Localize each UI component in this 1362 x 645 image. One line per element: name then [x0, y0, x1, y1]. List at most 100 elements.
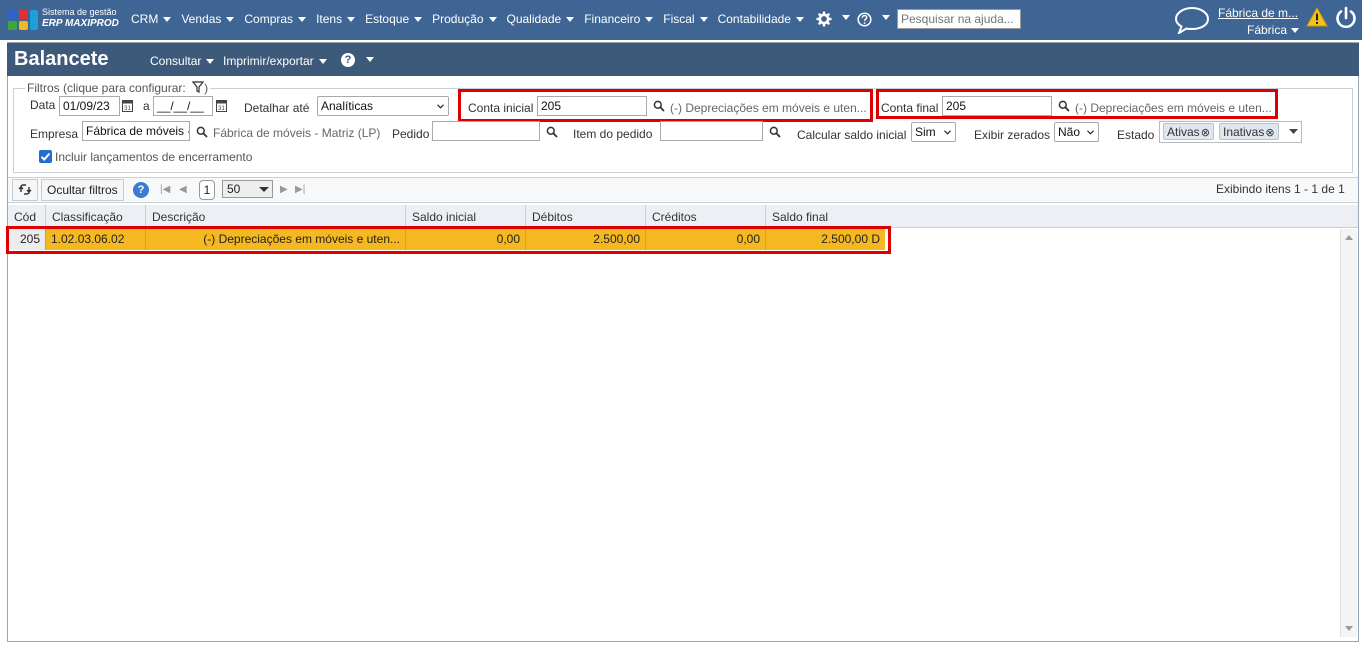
- help-search-input[interactable]: [897, 9, 1021, 29]
- empresa-field[interactable]: Fábrica de móveis -: [82, 121, 190, 141]
- column-header-saldo-final[interactable]: Saldo final: [766, 205, 886, 228]
- chat-bubble-icon[interactable]: [1174, 6, 1210, 34]
- chevron-down-icon: [318, 59, 327, 65]
- menu-contabilidade[interactable]: Contabilidade: [718, 12, 804, 26]
- conta-final-field[interactable]: 205: [942, 96, 1052, 116]
- chevron-down-icon: [1291, 28, 1300, 34]
- menu-vendas[interactable]: Vendas: [181, 12, 235, 26]
- exibir-zerados-value: Não: [1058, 125, 1081, 139]
- calcular-saldo-inicial-value: Sim: [915, 125, 936, 139]
- maxiprod-logo[interactable]: [8, 8, 40, 32]
- calendar-icon[interactable]: 31: [122, 99, 133, 112]
- menu-crm[interactable]: CRM: [131, 12, 172, 26]
- search-icon[interactable]: [653, 100, 665, 112]
- calcular-saldo-inicial-label: Calcular saldo inicial: [797, 128, 907, 142]
- consultar-menu[interactable]: Consultar: [150, 54, 215, 68]
- chevron-down-icon: [226, 16, 235, 22]
- page-size-value: 50: [227, 182, 241, 196]
- data-to-field[interactable]: __/__/__: [153, 96, 213, 116]
- chevron-down-icon: [437, 104, 444, 109]
- chevron-down-icon[interactable]: [1289, 129, 1298, 135]
- column-header-debitos[interactable]: Débitos: [526, 205, 646, 228]
- search-icon[interactable]: [546, 126, 558, 138]
- menu-producao[interactable]: Produção: [432, 12, 497, 26]
- filters-legend-label: Filtros (clique para configurar:: [27, 81, 186, 95]
- page-size-select[interactable]: 50: [222, 180, 273, 198]
- conta-inicial-field[interactable]: 205: [537, 96, 647, 116]
- menu-qualidade[interactable]: Qualidade: [507, 12, 575, 26]
- chevron-down-icon: [298, 16, 307, 22]
- column-header-cod[interactable]: Cód: [8, 205, 46, 228]
- chevron-down-icon: [414, 16, 423, 22]
- imprimir-exportar-menu-label: Imprimir/exportar: [223, 54, 314, 68]
- column-header-creditos[interactable]: Créditos: [646, 205, 766, 228]
- item-pedido-field[interactable]: [660, 121, 763, 141]
- chevron-down-icon: [347, 16, 356, 22]
- company-link[interactable]: Fábrica de m...: [1218, 6, 1298, 20]
- imprimir-exportar-menu[interactable]: Imprimir/exportar: [223, 54, 327, 68]
- scroll-down-icon[interactable]: [1345, 626, 1353, 631]
- menu-financeiro-label: Financeiro: [584, 12, 641, 26]
- page-number-field[interactable]: 1: [199, 180, 215, 200]
- last-page-icon[interactable]: ▶|: [295, 184, 305, 195]
- grid-help-icon[interactable]: ?: [133, 182, 149, 198]
- warning-icon[interactable]: [1306, 7, 1328, 27]
- page-help-chevron-icon[interactable]: [366, 57, 374, 62]
- filters-legend-close-paren: ): [204, 81, 209, 95]
- pedido-field[interactable]: [432, 121, 540, 141]
- remove-tag-icon[interactable]: ⊗: [1201, 127, 1210, 139]
- menu-fiscal[interactable]: Fiscal: [663, 12, 708, 26]
- gear-icon[interactable]: [816, 11, 832, 27]
- logo-text: Sistema de gestão ERP MAXIPROD: [42, 7, 119, 29]
- calcular-saldo-inicial-select[interactable]: Sim: [911, 122, 956, 142]
- power-icon[interactable]: [1334, 6, 1358, 30]
- column-header-saldo-inicial[interactable]: Saldo inicial: [406, 205, 526, 228]
- refresh-button[interactable]: [12, 179, 38, 201]
- remove-tag-icon[interactable]: ⊗: [1265, 127, 1274, 139]
- menu-vendas-label: Vendas: [181, 12, 222, 26]
- settings-dropdown-chevron-icon[interactable]: [842, 15, 850, 20]
- first-page-icon[interactable]: |◀: [160, 184, 170, 195]
- estado-tag-label: Inativas: [1223, 125, 1265, 139]
- chevron-down-icon: [795, 16, 804, 22]
- conta-final-label: Conta final: [881, 101, 939, 115]
- menu-compras[interactable]: Compras: [244, 12, 307, 26]
- chevron-down-icon: [488, 16, 497, 22]
- calendar-icon[interactable]: 31: [216, 99, 227, 112]
- ocultar-filtros-button[interactable]: Ocultar filtros: [41, 179, 124, 201]
- help-circle-icon[interactable]: [857, 12, 872, 27]
- menu-financeiro[interactable]: Financeiro: [584, 12, 654, 26]
- estado-tag-inativas[interactable]: Inativas⊗: [1219, 123, 1279, 140]
- chevron-down-icon: [163, 16, 172, 22]
- refresh-icon: [18, 184, 32, 195]
- chevron-down-icon: [206, 59, 215, 65]
- next-page-icon[interactable]: ▶: [280, 184, 288, 195]
- estado-tag-ativas[interactable]: Ativas⊗: [1163, 123, 1214, 140]
- estado-tag-label: Ativas: [1167, 125, 1200, 139]
- menu-itens[interactable]: Itens: [316, 12, 356, 26]
- detalhar-ate-select[interactable]: Analíticas: [317, 96, 449, 116]
- search-icon[interactable]: [196, 126, 208, 138]
- menu-crm-label: CRM: [131, 12, 159, 26]
- logo-subtitle: Sistema de gestão: [42, 7, 117, 17]
- funnel-icon[interactable]: [191, 81, 205, 93]
- company-selector[interactable]: Fábrica: [1247, 23, 1300, 37]
- search-icon[interactable]: [769, 126, 781, 138]
- item-pedido-label: Item do pedido: [573, 127, 653, 141]
- menu-estoque[interactable]: Estoque: [365, 12, 423, 26]
- incluir-encerramento-checkbox[interactable]: [39, 150, 52, 163]
- column-header-descricao[interactable]: Descrição: [146, 205, 406, 228]
- column-header-classificacao[interactable]: Classificação: [46, 205, 146, 228]
- filters-legend[interactable]: Filtros (clique para configurar: ): [25, 81, 211, 95]
- incluir-encerramento-label: Incluir lançamentos de encerramento: [55, 150, 253, 164]
- exibir-zerados-select[interactable]: Não: [1054, 122, 1099, 142]
- scroll-up-icon[interactable]: [1345, 235, 1353, 240]
- company-selector-label: Fábrica: [1247, 23, 1288, 37]
- search-icon[interactable]: [1058, 100, 1070, 112]
- vertical-scrollbar[interactable]: [1340, 229, 1357, 637]
- prev-page-icon[interactable]: ◀: [179, 184, 187, 195]
- help-dropdown-chevron-icon[interactable]: [882, 15, 890, 20]
- data-from-field[interactable]: 01/09/23: [59, 96, 120, 116]
- empresa-label: Empresa: [30, 127, 79, 141]
- page-help-icon[interactable]: ?: [341, 53, 355, 67]
